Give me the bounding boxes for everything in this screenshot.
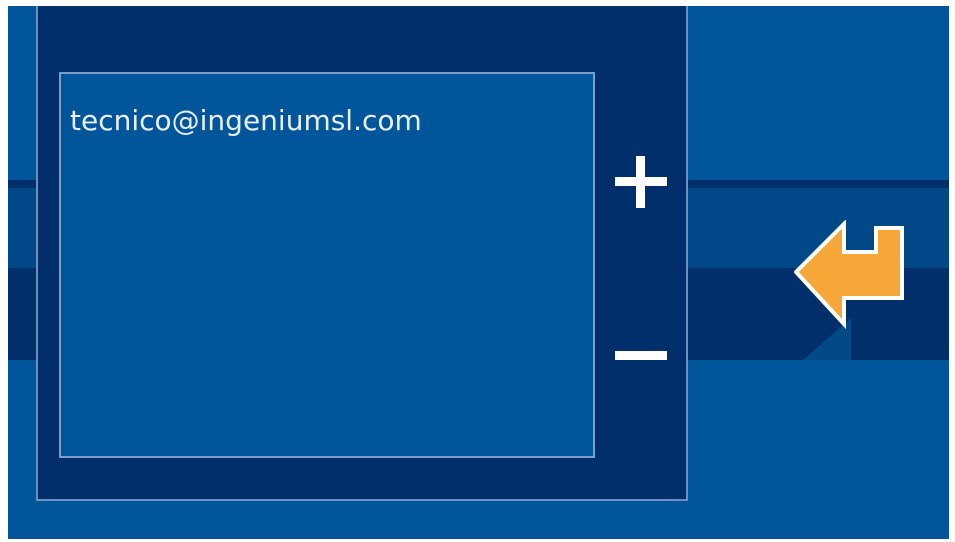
enter-button[interactable] [794,220,906,330]
remove-email-button[interactable] [608,322,674,388]
email-list-panel: tecnico@ingeniumsl.com [36,6,688,501]
email-list-item[interactable]: tecnico@ingeniumsl.com [70,104,422,138]
plus-icon [615,156,667,208]
minus-icon [615,351,667,360]
add-email-button[interactable] [608,149,674,215]
enter-return-arrow-icon [794,220,904,330]
email-list[interactable]: tecnico@ingeniumsl.com [59,72,595,458]
screen: tecnico@ingeniumsl.com [8,6,949,539]
